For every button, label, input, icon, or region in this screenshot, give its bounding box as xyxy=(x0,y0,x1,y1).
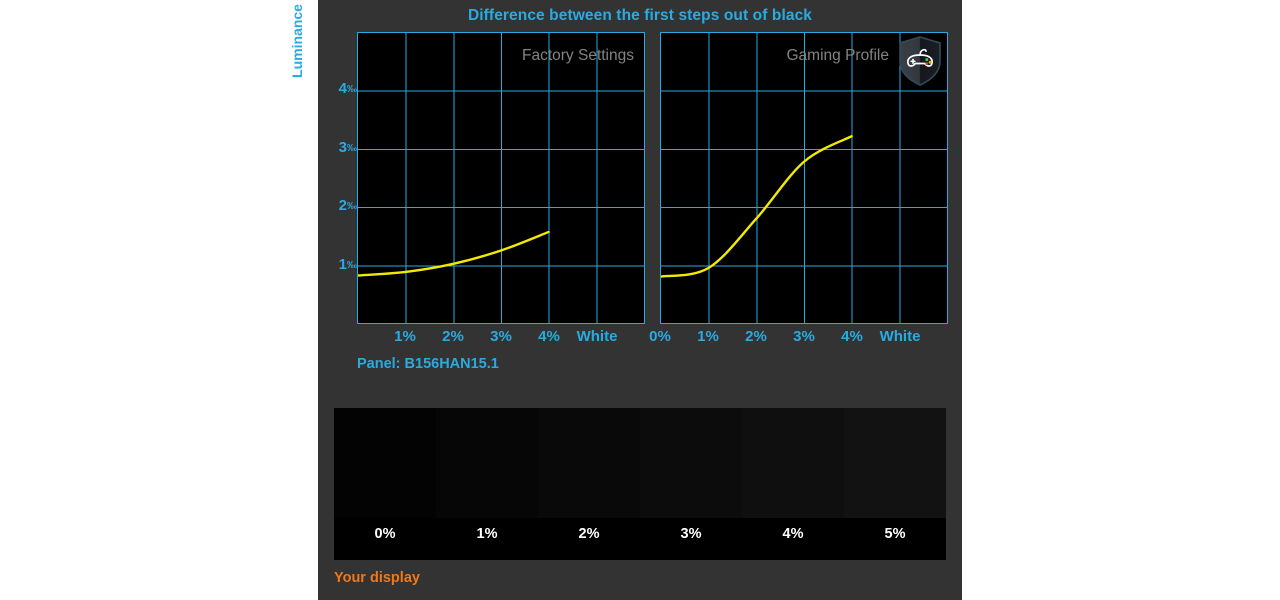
chart-gaming-profile: Gaming Profile xyxy=(660,32,948,324)
x-tick-3pct: 3% xyxy=(793,328,815,345)
black-level-label: 5% xyxy=(884,526,906,542)
x-tick-1pct: 1% xyxy=(697,328,719,345)
gamepad-shield-icon xyxy=(899,36,941,86)
x-axis-ticks-factory: 1% 2% 3% 4% White xyxy=(357,328,645,348)
x-tick-4pct: 4% xyxy=(538,328,560,345)
x-tick-white: White xyxy=(879,328,921,345)
screenshot-root: Difference between the first steps out o… xyxy=(0,0,1280,600)
x-tick-0pct: 0% xyxy=(649,328,671,345)
black-level-report-panel: Difference between the first steps out o… xyxy=(289,0,962,600)
black-level-strip: 0% 1% 2% 3% 4% 5% xyxy=(334,408,946,560)
black-level-label: 0% xyxy=(374,526,396,542)
black-level-label: 1% xyxy=(476,526,498,542)
chart-gaming-label: Gaming Profile xyxy=(786,47,889,64)
x-tick-4pct: 4% xyxy=(841,328,863,345)
black-level-label: 4% xyxy=(782,526,804,542)
chart-factory-settings: Factory Settings xyxy=(357,32,645,324)
black-level-swatch xyxy=(334,408,436,518)
y-tick-3: 3‰ xyxy=(338,138,357,156)
chart-factory-label: Factory Settings xyxy=(522,47,634,64)
x-axis-ticks-gaming: 0% 1% 2% 3% 4% White xyxy=(649,328,948,348)
black-level-labels: 0% 1% 2% 3% 4% 5% xyxy=(334,518,946,560)
black-level-label: 3% xyxy=(680,526,702,542)
black-level-swatch xyxy=(538,408,640,518)
chart-factory-plot xyxy=(358,33,644,323)
x-tick-1pct: 1% xyxy=(394,328,416,345)
x-tick-white: White xyxy=(576,328,618,345)
your-display-label: Your display xyxy=(334,570,420,586)
y-tick-1: 1‰ xyxy=(338,255,357,273)
black-level-swatch xyxy=(844,408,946,518)
black-level-swatch xyxy=(640,408,742,518)
y-axis-title: Luminance xyxy=(289,4,305,78)
page-title: Difference between the first steps out o… xyxy=(467,7,813,24)
black-level-label: 2% xyxy=(578,526,600,542)
x-tick-2pct: 2% xyxy=(745,328,767,345)
y-tick-4: 4‰ xyxy=(338,80,357,98)
x-tick-2pct: 2% xyxy=(442,328,464,345)
black-level-swatch xyxy=(742,408,844,518)
x-tick-3pct: 3% xyxy=(490,328,512,345)
y-tick-2: 2‰ xyxy=(338,197,357,215)
black-level-swatches xyxy=(334,408,946,518)
black-level-swatch xyxy=(436,408,538,518)
panel-model-label: Panel: B156HAN15.1 xyxy=(357,356,499,372)
